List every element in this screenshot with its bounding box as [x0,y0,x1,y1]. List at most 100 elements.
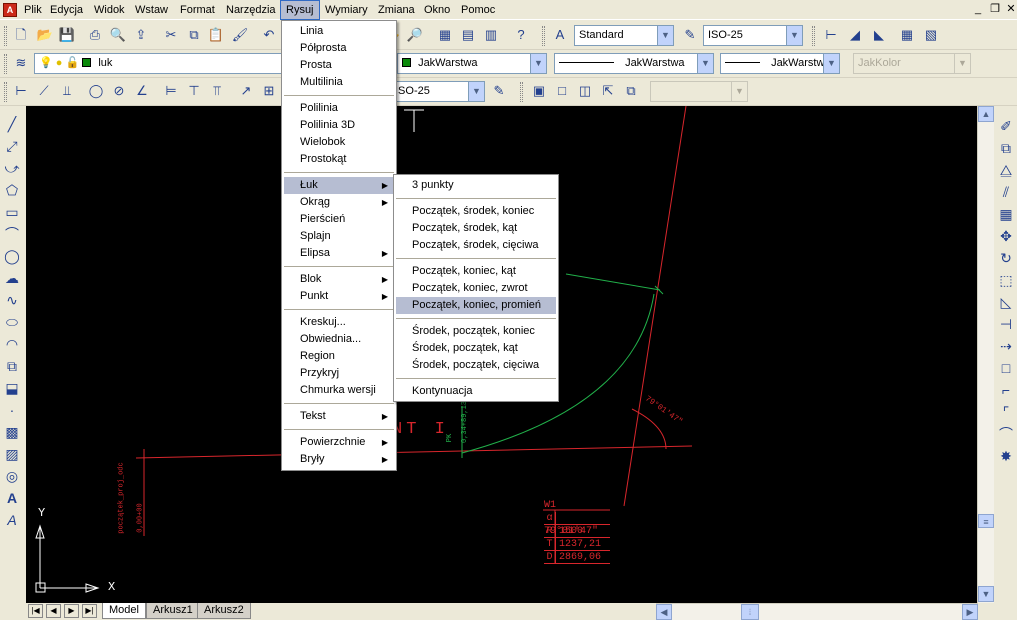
tool-palettes-icon[interactable]: ▥ [482,26,500,44]
help-icon[interactable]: ? [512,26,530,44]
menu-item-prosta[interactable]: Prosta [284,57,332,74]
hatch-icon[interactable]: ▩ [2,422,22,442]
match-properties-icon[interactable]: 🖌 [231,26,249,44]
dim-update-icon[interactable]: ✎ [490,82,508,100]
menu-item-polilinia-3d[interactable]: Polilinia 3D [284,117,355,134]
menu-okno[interactable]: Okno [419,0,455,20]
menu-item-powierzchnie[interactable]: Powierzchnie ▶ [284,434,394,451]
menu-item-poczatek-koniec-promien[interactable]: Początek, koniec, promień [396,297,556,314]
next-tab-icon[interactable]: ▶ [64,604,79,618]
ellipse-arc-icon[interactable]: ◠ [2,334,22,354]
menu-item-srodek-poczatek-kat[interactable]: Środek, początek, kąt [396,340,518,357]
color-select[interactable]: JakWarstwa ▼ [397,53,547,74]
single-line-text-icon[interactable]: A [2,510,22,530]
chevron-down-icon[interactable]: ▼ [468,82,484,101]
menu-wymiary[interactable]: Wymiary [320,0,373,20]
h-scroll-thumb[interactable]: ⦙ [741,604,759,620]
menu-item-multilinia[interactable]: Multilinia [284,74,343,91]
menu-item-srodek-poczatek-koniec[interactable]: Środek, początek, koniec [396,323,535,340]
tab-model[interactable]: Model [102,603,146,619]
point-icon[interactable]: · [2,400,22,420]
menu-item-punkt[interactable]: Punkt ▶ [284,288,394,305]
viewport-single-icon[interactable]: □ [553,82,571,100]
copy-icon[interactable]: ⧉ [185,26,203,44]
zoom-icon[interactable]: 🔎 [406,26,424,44]
viewport-object-icon[interactable]: ⇱ [599,82,617,100]
leader-icon[interactable]: ↗ [237,82,255,100]
new-file-icon[interactable]: 🗋 [12,26,30,44]
menu-item-linia[interactable]: Linia [284,23,323,40]
toolbar-grip[interactable] [4,82,7,102]
dim-radius-icon[interactable]: ◯ [87,82,105,100]
scroll-down-icon[interactable]: ▼ [978,586,994,602]
menu-item-region[interactable]: Region [284,348,335,365]
save-icon[interactable]: 💾 [58,26,76,44]
menu-item-polprosta[interactable]: Półprosta [284,40,346,57]
table-style-icon[interactable]: ▧ [922,26,940,44]
scale-icon[interactable]: ⬚ [996,270,1016,290]
menu-item-poczatek-koniec-zwrot[interactable]: Początek, koniec, zwrot [396,280,528,297]
menu-item-poczatek-koniec-kat[interactable]: Początek, koniec, kąt [396,263,516,280]
dim-style-select[interactable]: ISO-25 ▼ [703,25,803,46]
menu-item-kreskuj[interactable]: Kreskuj... [284,314,346,331]
print-preview-icon[interactable]: 🔍 [109,26,127,44]
menu-item-poczatek-srodek-cieciwa[interactable]: Początek, środek, cięciwa [396,237,539,254]
menu-plik[interactable]: Plik [19,0,47,20]
scroll-left-icon[interactable]: ◀ [656,604,672,620]
menu-item-luk[interactable]: Łuk ▶ [284,177,394,194]
prev-tab-icon[interactable]: ◀ [46,604,61,618]
fillet-icon[interactable]: ⌒ [996,424,1016,444]
chevron-down-icon[interactable]: ▼ [657,26,673,45]
rectangle-icon[interactable]: ▭ [2,202,22,222]
menu-item-okrag[interactable]: Okrąg ▶ [284,194,394,211]
ellipse-icon[interactable]: ⬭ [2,312,22,332]
circle-icon[interactable]: ◯ [2,246,22,266]
design-center-icon[interactable]: ▤ [459,26,477,44]
polygon-icon[interactable]: ⬠ [2,180,22,200]
open-folder-icon[interactable]: 📂 [36,26,54,44]
toolbar-grip[interactable] [4,54,7,74]
close-icon[interactable]: ✕ [1003,2,1017,16]
app-icon[interactable]: A [3,3,17,17]
print-icon[interactable]: ⎙ [86,26,104,44]
menu-item-obwiednia[interactable]: Obwiednia... [284,331,361,348]
viewport-icon[interactable]: ▣ [530,82,548,100]
break-icon[interactable]: □ [996,358,1016,378]
menu-item-prostokat[interactable]: Prostokąt [284,151,346,168]
mirror-icon[interactable]: ⧋ [996,160,1016,180]
menu-item-splajn[interactable]: Splajn [284,228,331,245]
toolbar-grip[interactable] [812,26,815,46]
dim-ordinate-icon[interactable]: ⫫ [58,82,76,100]
menu-pomoc[interactable]: Pomoc [456,0,500,20]
menu-item-przykryj[interactable]: Przykryj [284,365,339,382]
erase-icon[interactable]: ✐ [996,116,1016,136]
move-icon[interactable]: ✥ [996,226,1016,246]
insert-block-icon[interactable]: ⧉ [2,356,22,376]
dim-aligned-icon[interactable]: ⟋ [35,82,53,100]
chevron-down-icon[interactable]: ▼ [786,26,802,45]
properties-icon[interactable]: ▦ [436,26,454,44]
copy-object-icon[interactable]: ⧉ [996,138,1016,158]
menu-item-tekst[interactable]: Tekst ▶ [284,408,394,425]
menu-item-3-punkty[interactable]: 3 punkty [396,177,454,194]
menu-zmiana[interactable]: Zmiana [373,0,420,20]
toolbar-grip[interactable] [542,26,545,46]
menu-item-kontynuacja[interactable]: Kontynuacja [396,383,473,400]
tab-arkusz2[interactable]: Arkusz2 [197,603,251,619]
arc-icon[interactable]: ⌒ [2,224,22,244]
polyline-icon[interactable]: ⤻ [2,158,22,178]
vertical-scrollbar[interactable]: ▲ ≡ ▼ [977,106,994,603]
scroll-thumb[interactable]: ≡ [978,514,994,528]
menu-format[interactable]: Format [175,0,220,20]
dim-angular-icon[interactable]: ∠ [133,82,151,100]
make-block-icon[interactable]: ⬓ [2,378,22,398]
dim-linear-icon[interactable]: ⊢ [822,26,840,44]
horizontal-scrollbar[interactable]: ◀ ⦙ ▶ [656,603,978,620]
menu-item-srodek-poczatek-cieciwa[interactable]: Środek, początek, cięciwa [396,357,539,374]
menu-item-wielobok[interactable]: Wielobok [284,134,345,151]
menu-item-chmurka-wersji[interactable]: Chmurka wersji [284,382,376,399]
menu-wstaw[interactable]: Wstaw [130,0,173,20]
tolerance-icon[interactable]: ⊞ [260,82,278,100]
menu-item-elipsa[interactable]: Elipsa ▶ [284,245,394,262]
line-icon[interactable]: ╱ [2,114,22,134]
